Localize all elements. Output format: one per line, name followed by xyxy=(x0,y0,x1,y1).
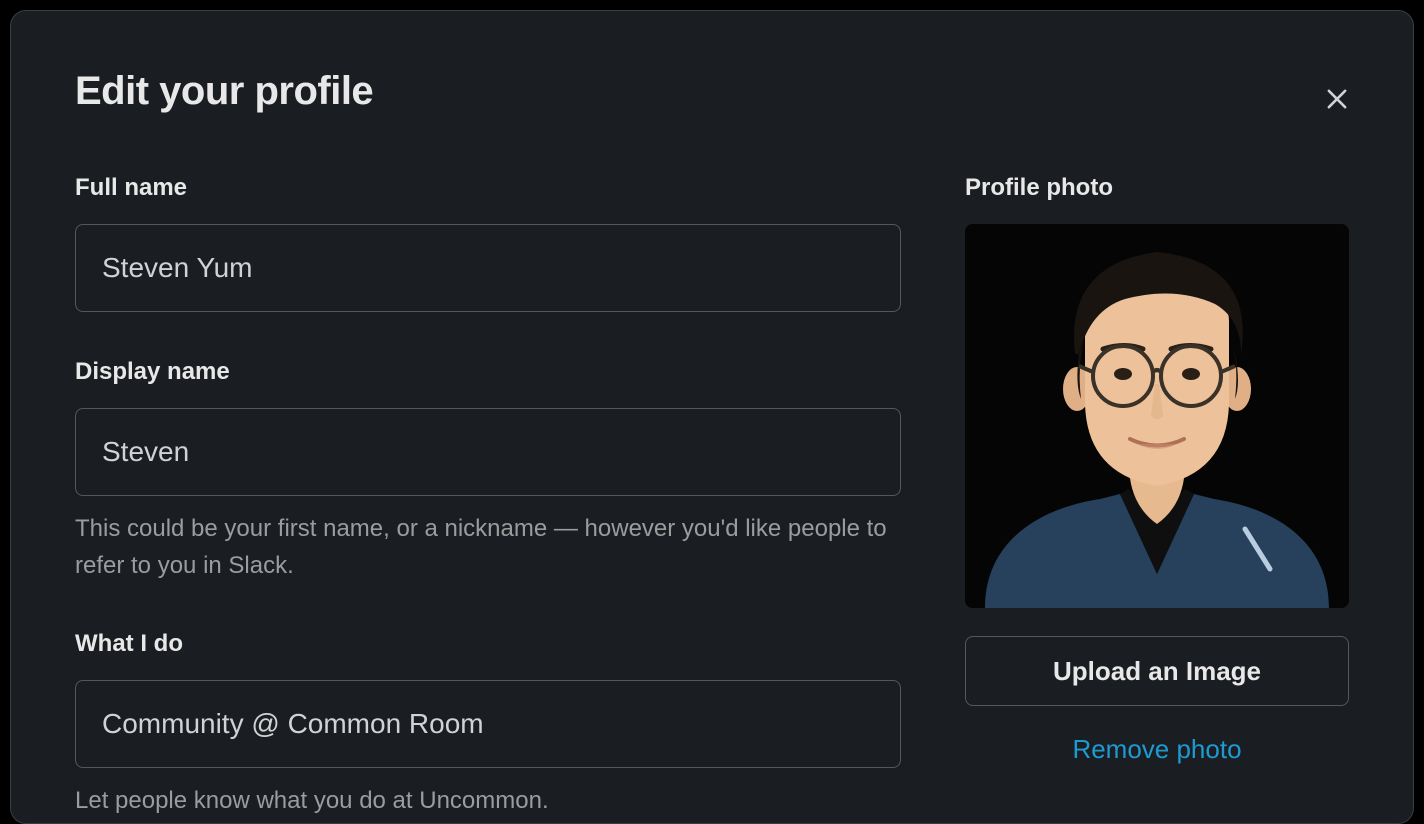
photo-column: Profile photo xyxy=(965,174,1349,820)
profile-photo xyxy=(965,224,1349,608)
remove-photo-button[interactable]: Remove photo xyxy=(965,734,1349,765)
full-name-group: Full name xyxy=(75,174,901,312)
display-name-label: Display name xyxy=(75,358,901,386)
what-i-do-help: Let people know what you do at Uncommon. xyxy=(75,782,901,819)
close-icon xyxy=(1323,85,1351,113)
modal-header: Edit your profile xyxy=(75,69,1349,122)
modal-body: Full name Display name This could be you… xyxy=(75,174,1349,820)
full-name-input[interactable] xyxy=(75,224,901,312)
display-name-input[interactable] xyxy=(75,408,901,496)
profile-photo-label: Profile photo xyxy=(965,174,1349,202)
edit-profile-modal: Edit your profile Full name Display name… xyxy=(10,10,1414,824)
modal-title: Edit your profile xyxy=(75,69,373,114)
avatar-icon xyxy=(965,224,1349,608)
display-name-help: This could be your first name, or a nick… xyxy=(75,510,901,584)
what-i-do-input[interactable] xyxy=(75,680,901,768)
upload-image-button[interactable]: Upload an Image xyxy=(965,636,1349,706)
display-name-group: Display name This could be your first na… xyxy=(75,358,901,584)
close-button[interactable] xyxy=(1317,79,1357,122)
full-name-label: Full name xyxy=(75,174,901,202)
what-i-do-group: What I do Let people know what you do at… xyxy=(75,630,901,819)
form-column: Full name Display name This could be you… xyxy=(75,174,901,820)
what-i-do-label: What I do xyxy=(75,630,901,658)
